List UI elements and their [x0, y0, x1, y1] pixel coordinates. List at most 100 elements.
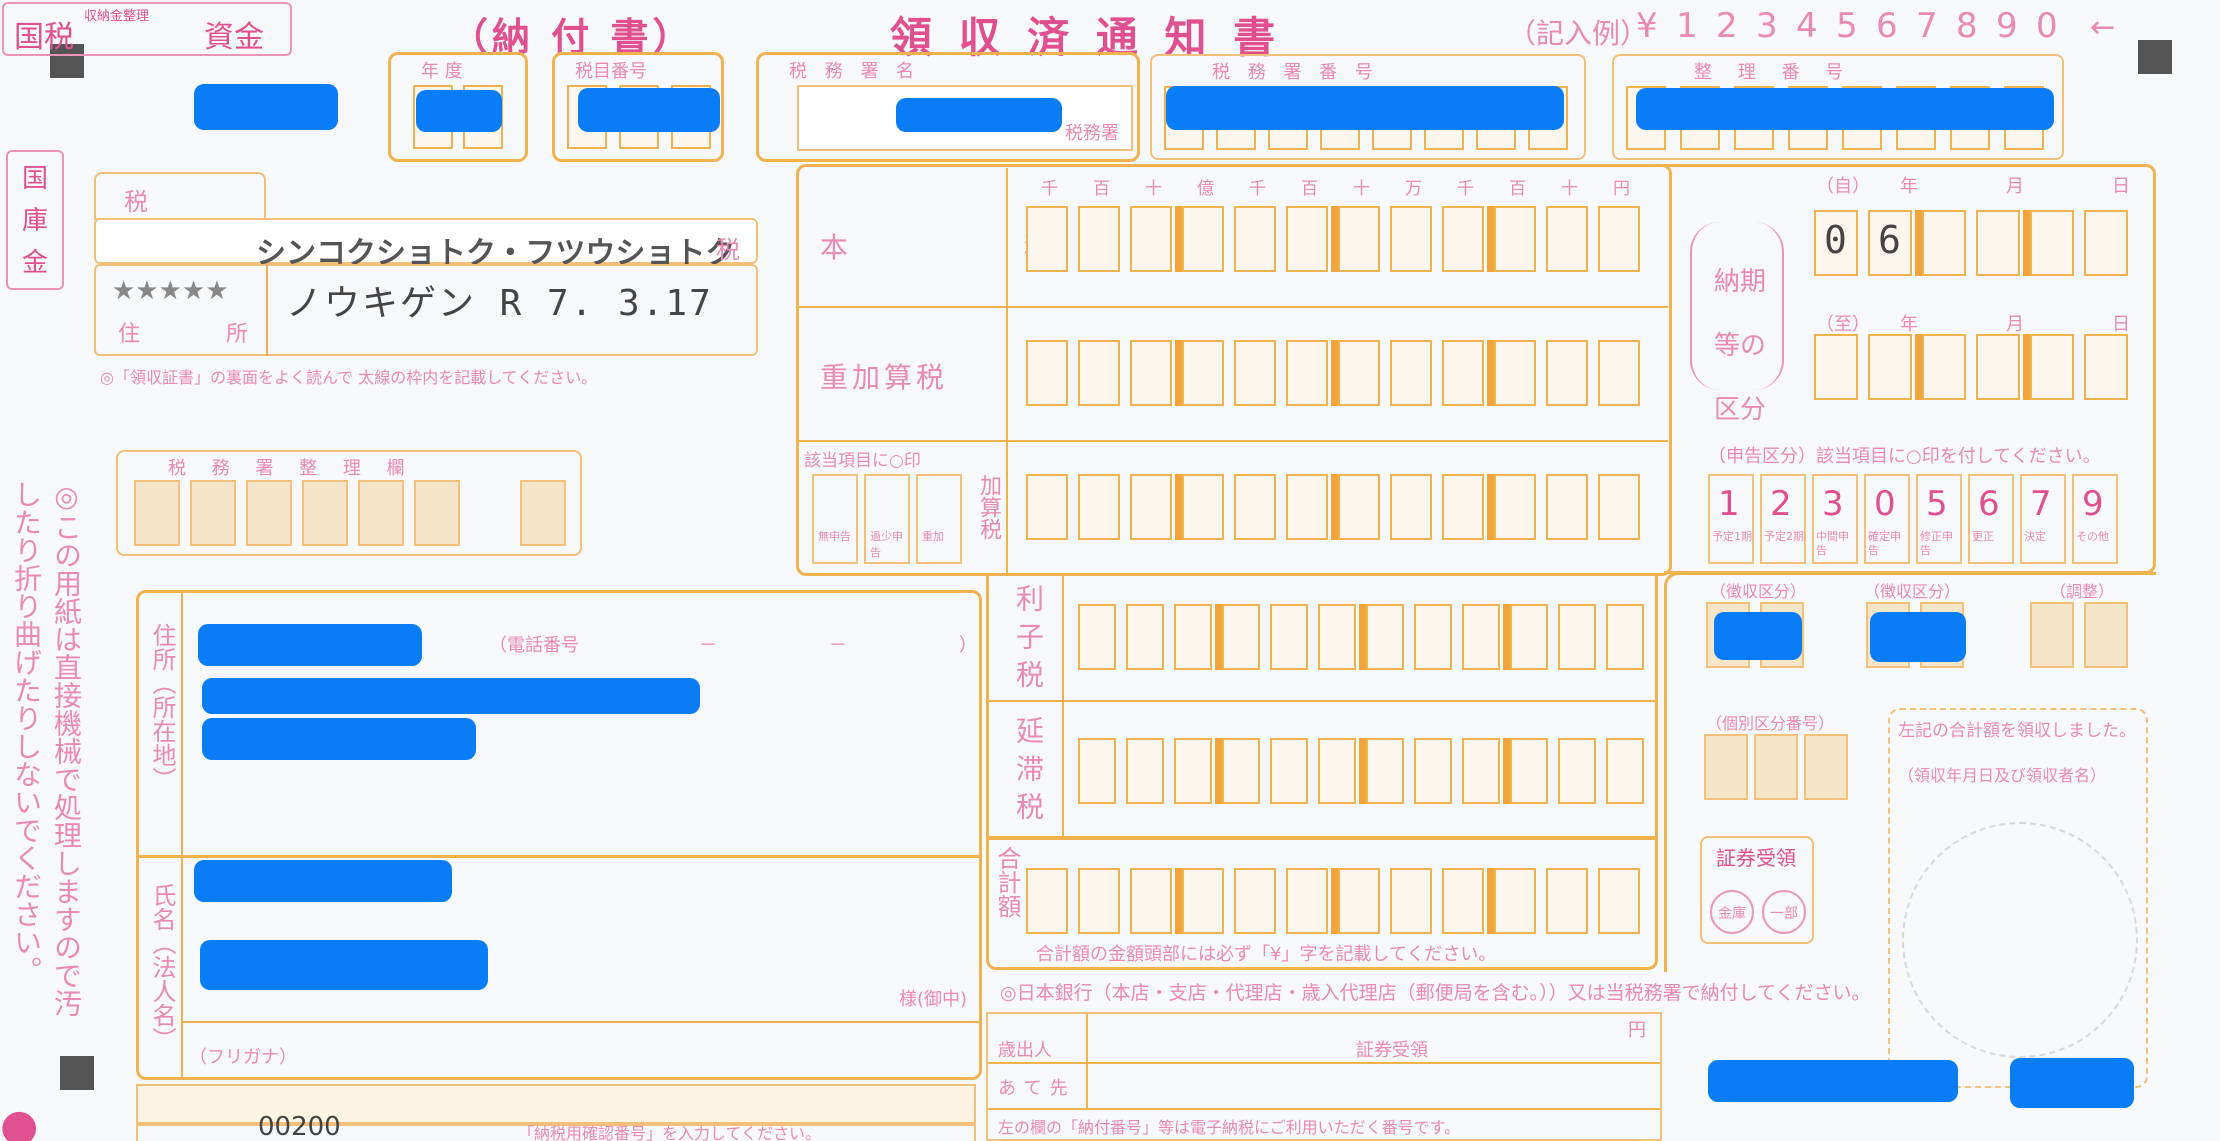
period-digit-cell[interactable] — [1814, 334, 1858, 400]
period-digit-cell[interactable] — [1976, 210, 2020, 276]
amount-digit-cell[interactable] — [1546, 340, 1588, 406]
period-digit-cell[interactable] — [2084, 210, 2128, 276]
amount-digit-cell[interactable] — [1234, 474, 1276, 540]
amount-digit-cell[interactable] — [1338, 206, 1380, 272]
amount-digit-cell[interactable] — [1026, 206, 1068, 272]
amount-digit-cell[interactable] — [1026, 474, 1068, 540]
amount-digit-cell[interactable] — [1182, 206, 1224, 272]
declaration-options[interactable]: 1 予定1期 2 予定2期 3 中間申告 0 確定申告 5 修正申告 6 更正 7 決定 9 その他 — [1708, 474, 2128, 566]
amount-digit-cell[interactable] — [1598, 474, 1640, 540]
period-digit-cell[interactable] — [2030, 334, 2074, 400]
amount-digit-cell[interactable] — [1078, 868, 1120, 934]
amount-digit-cell[interactable] — [1442, 868, 1484, 934]
amount-digit-cell[interactable] — [1442, 474, 1484, 540]
amount-digit-cell[interactable] — [1286, 868, 1328, 934]
amount-digit-cell[interactable] — [1078, 474, 1120, 540]
tax-item-box[interactable]: シンコクショトク・フツウショトク 税 — [94, 218, 758, 271]
amount-digit-cell[interactable] — [1462, 738, 1500, 804]
period-digit-cell[interactable] — [2030, 210, 2074, 276]
amount-digit-cell[interactable] — [1130, 340, 1172, 406]
amount-digit-cell[interactable] — [1026, 340, 1068, 406]
amount-digit-cell[interactable] — [1598, 868, 1640, 934]
amount-digit-cell[interactable] — [1174, 738, 1212, 804]
amount-digit-cell[interactable] — [1078, 206, 1120, 272]
amount-digit-cell[interactable] — [1182, 868, 1224, 934]
amount-digit-cell[interactable] — [1598, 340, 1640, 406]
address-stars-box: ★★★★★ 住 所 ノウキゲン R 7. 3.17 — [94, 264, 758, 356]
amount-digit-cell[interactable] — [1222, 604, 1260, 670]
amount-digit-cell[interactable] — [1318, 738, 1356, 804]
bottom-note: 「納税用確認番号」を入力してください。 — [518, 1124, 822, 1141]
amount-digit-cell[interactable] — [1510, 604, 1548, 670]
declaration-option[interactable]: 6 更正 — [1968, 474, 2014, 564]
declaration-option[interactable]: 5 修正申告 — [1916, 474, 1962, 564]
amount-digit-cell[interactable] — [1078, 340, 1120, 406]
kasanzei-option[interactable]: 過少申告 — [864, 474, 910, 564]
amount-digit-cell[interactable] — [1286, 340, 1328, 406]
amount-digit-cell[interactable] — [1130, 206, 1172, 272]
amount-digit-cell[interactable] — [1494, 340, 1536, 406]
amount-digit-cell[interactable] — [1414, 604, 1452, 670]
declaration-option[interactable]: 1 予定1期 — [1708, 474, 1754, 564]
amount-digit-cell[interactable] — [1510, 738, 1548, 804]
kasanzei-option[interactable]: 無申告 — [812, 474, 858, 564]
amount-digit-cell[interactable] — [1318, 604, 1356, 670]
amount-digit-cell[interactable] — [1338, 340, 1380, 406]
amount-digit-cell[interactable] — [1462, 604, 1500, 670]
amount-digit-cell[interactable] — [1494, 206, 1536, 272]
star-label: 住 — [118, 322, 141, 347]
amount-digit-cell[interactable] — [1494, 868, 1536, 934]
amount-digit-cell[interactable] — [1270, 738, 1308, 804]
amount-digit-cell[interactable] — [1390, 474, 1432, 540]
amount-digit-cell[interactable] — [1338, 474, 1380, 540]
amount-digit-cell[interactable] — [1078, 738, 1116, 804]
period-digit-cell[interactable] — [2084, 334, 2128, 400]
amount-digit-cell[interactable] — [1558, 604, 1596, 670]
amount-digit-cell[interactable] — [1222, 738, 1260, 804]
amount-digit-cell[interactable] — [1126, 604, 1164, 670]
amount-digit-cell[interactable] — [1390, 340, 1432, 406]
period-digit-cell[interactable] — [1922, 334, 1966, 400]
declaration-option[interactable]: 2 予定2期 — [1760, 474, 1806, 564]
amount-digit-cell[interactable] — [1598, 206, 1640, 272]
amount-digit-cell[interactable] — [1026, 868, 1068, 934]
amount-digit-cell[interactable] — [1546, 474, 1588, 540]
amount-digit-cell[interactable] — [1442, 340, 1484, 406]
amount-digit-cell[interactable] — [1390, 206, 1432, 272]
period-digit-cell[interactable] — [1976, 334, 2020, 400]
amount-digit-cell[interactable] — [1078, 604, 1116, 670]
declaration-option[interactable]: 0 確定申告 — [1864, 474, 1910, 564]
period-digit-cell[interactable] — [1868, 334, 1912, 400]
declaration-option[interactable]: 7 決定 — [2020, 474, 2066, 564]
amount-digit-cell[interactable] — [1126, 738, 1164, 804]
amount-digit-cell[interactable] — [1558, 738, 1596, 804]
stamp-left[interactable]: 金庫 — [1710, 890, 1754, 934]
stamp-right[interactable]: 一部 — [1762, 890, 1806, 934]
amount-digit-cell[interactable] — [1130, 868, 1172, 934]
declaration-option[interactable]: 3 中間申告 — [1812, 474, 1858, 564]
amount-digit-cell[interactable] — [1338, 868, 1380, 934]
amount-digit-cell[interactable] — [1390, 868, 1432, 934]
amount-digit-cell[interactable] — [1366, 604, 1404, 670]
amount-digit-cell[interactable] — [1414, 738, 1452, 804]
amount-digit-cell[interactable] — [1286, 206, 1328, 272]
amount-digit-cell[interactable] — [1270, 604, 1308, 670]
amount-digit-cell[interactable] — [1182, 340, 1224, 406]
amount-digit-cell[interactable] — [1234, 206, 1276, 272]
amount-digit-cell[interactable] — [1546, 868, 1588, 934]
amount-digit-cell[interactable] — [1442, 206, 1484, 272]
amount-digit-cell[interactable] — [1234, 340, 1276, 406]
amount-digit-cell[interactable] — [1286, 474, 1328, 540]
amount-digit-cell[interactable] — [1606, 738, 1644, 804]
amount-digit-cell[interactable] — [1130, 474, 1172, 540]
period-digit-cell[interactable] — [1922, 210, 1966, 276]
amount-digit-cell[interactable] — [1546, 206, 1588, 272]
amount-digit-cell[interactable] — [1234, 868, 1276, 934]
amount-digit-cell[interactable] — [1174, 604, 1212, 670]
amount-digit-cell[interactable] — [1494, 474, 1536, 540]
amount-digit-cell[interactable] — [1606, 604, 1644, 670]
amount-digit-cell[interactable] — [1182, 474, 1224, 540]
amount-digit-cell[interactable] — [1366, 738, 1404, 804]
kasanzei-option[interactable]: 重加 — [916, 474, 962, 564]
declaration-option[interactable]: 9 その他 — [2072, 474, 2118, 564]
